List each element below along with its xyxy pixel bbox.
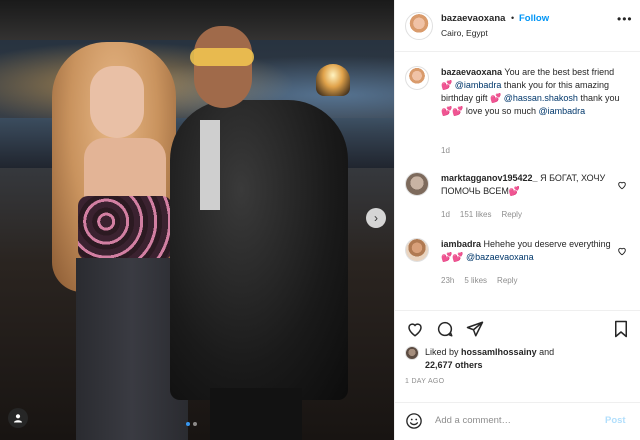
author-username[interactable]: bazaevaoxana	[441, 13, 505, 24]
author-avatar[interactable]	[405, 12, 433, 40]
post-comment-button[interactable]: Post	[605, 415, 626, 426]
heart-icon	[408, 323, 422, 337]
caption-mention[interactable]: @iambadra	[538, 106, 585, 116]
photo-man-shirt	[200, 120, 220, 210]
likes-text: Liked by hossamlhossainy and 22,677 othe…	[425, 346, 625, 372]
comment-avatar[interactable]	[405, 172, 429, 196]
post-location[interactable]: Cairo, Egypt	[441, 28, 488, 38]
liked-by-user[interactable]: hossamlhossainy	[461, 347, 537, 357]
caption-avatar[interactable]	[405, 66, 429, 90]
photo-hanging-lamp	[316, 64, 350, 96]
carousel-indicator	[186, 422, 197, 426]
carousel-dot	[193, 422, 197, 426]
send-icon	[466, 321, 484, 337]
caption-mention[interactable]: @iambadra	[455, 80, 502, 90]
caption-username[interactable]: bazaevaoxana	[441, 67, 502, 77]
carousel-dot	[186, 422, 190, 426]
caption-meta: 1d	[441, 146, 450, 155]
carousel-next-button[interactable]: ›	[366, 208, 386, 228]
caption-text: bazaevaoxana You are the best best frien…	[441, 66, 621, 118]
comment-reply-button[interactable]: Reply	[497, 276, 517, 285]
comment-likes[interactable]: 5 likes	[464, 276, 487, 285]
follow-button[interactable]: Follow	[519, 13, 549, 24]
comment-username[interactable]: iambadra	[441, 239, 481, 249]
chevron-right-icon: ›	[374, 211, 378, 225]
comments-section: bazaevaoxana You are the best best frien…	[395, 52, 640, 310]
comment-likes[interactable]: 151 likes	[460, 210, 492, 219]
like-button[interactable]	[405, 319, 425, 339]
heart-icon[interactable]	[617, 180, 627, 190]
comment-button[interactable]	[435, 319, 455, 339]
share-button[interactable]	[465, 319, 485, 339]
post-action-bar	[395, 310, 640, 346]
more-options-icon[interactable]: •••	[617, 12, 633, 26]
add-comment-bar: Post	[395, 402, 640, 440]
post-photo[interactable]: ›	[0, 0, 394, 440]
liker-avatar[interactable]	[405, 346, 419, 360]
comment-avatar[interactable]	[405, 238, 429, 262]
post-side-panel: bazaevaoxana • Follow Cairo, Egypt ••• b…	[394, 0, 640, 440]
bookmark-icon	[615, 320, 627, 338]
comment-mention[interactable]: @bazaevaoxana	[466, 252, 534, 262]
comment-meta: 23h 5 likes Reply	[441, 276, 518, 285]
post-header: bazaevaoxana • Follow Cairo, Egypt •••	[395, 0, 640, 52]
caption-mention[interactable]: @hassan.shakosh	[504, 93, 578, 103]
liked-by-and: and	[539, 347, 555, 357]
photo-woman-face	[90, 66, 144, 138]
user-icon	[14, 414, 22, 423]
emoji-icon[interactable]	[405, 412, 423, 430]
photo-man-fur-coat	[170, 100, 348, 400]
comment-input[interactable]	[435, 415, 595, 426]
comment-text: marktagganov195422_ Я БОГАТ, ХОЧУ ПОМОЧЬ…	[441, 172, 621, 198]
save-button[interactable]	[611, 319, 631, 339]
photo-man-sunglasses	[190, 48, 254, 66]
liked-by-prefix: Liked by	[425, 347, 459, 357]
likes-count[interactable]: 22,677 others	[425, 360, 483, 370]
photo-man-pants	[210, 388, 302, 440]
comment-age: 1d	[441, 210, 450, 219]
photo-man-face	[194, 26, 252, 108]
comment-text: iambadra Hehehe you deserve everything 💕…	[441, 238, 621, 264]
comment-reply-button[interactable]: Reply	[501, 210, 521, 219]
tagged-users-button[interactable]	[8, 408, 28, 428]
post-timestamp[interactable]: 1 DAY AGO	[405, 378, 444, 385]
comment-icon	[437, 321, 453, 337]
photo-woman-floral-top	[78, 196, 172, 260]
photo-ceiling	[0, 0, 394, 40]
comment-age: 23h	[441, 276, 455, 285]
comment-username[interactable]: marktagganov195422_	[441, 173, 538, 183]
comment-meta: 1d 151 likes Reply	[441, 210, 522, 219]
header-separator: •	[511, 13, 515, 23]
caption-age: 1d	[441, 146, 450, 155]
photo-woman-shoulders	[84, 138, 166, 200]
heart-icon[interactable]	[617, 246, 627, 256]
